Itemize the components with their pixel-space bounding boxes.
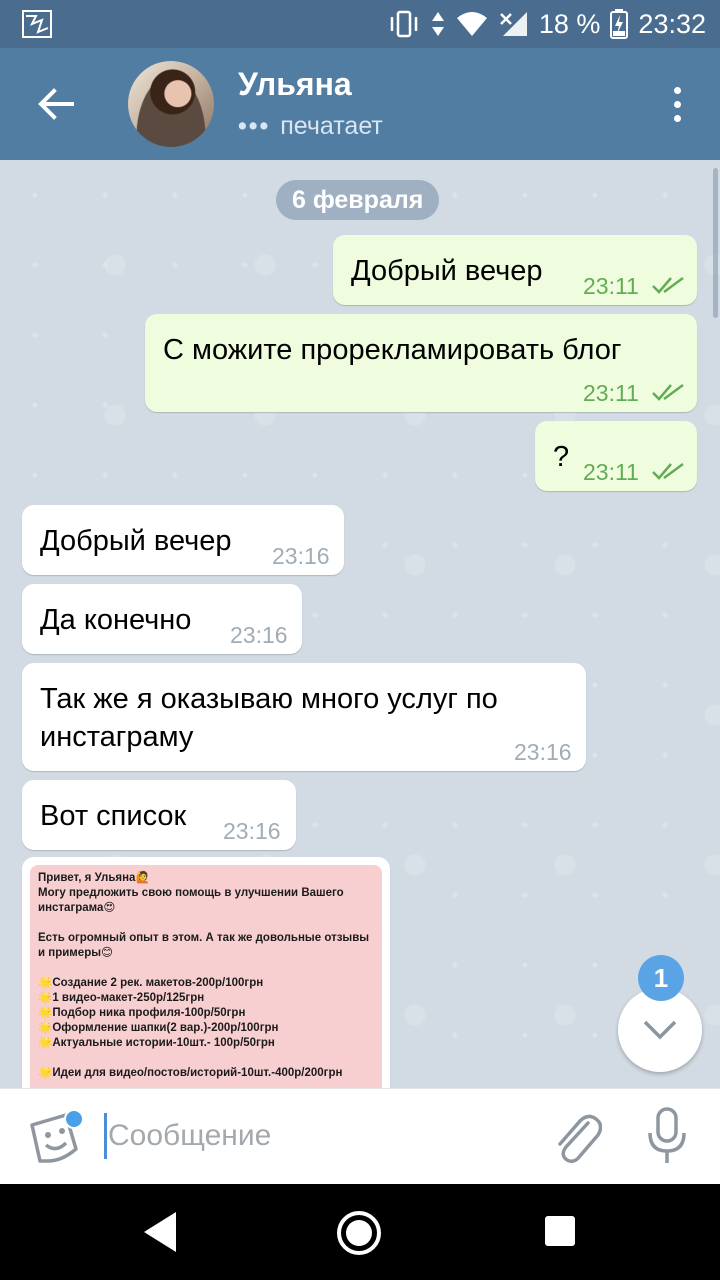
typing-status: ••• печатает [238,112,383,141]
nav-home-icon[interactable] [336,1210,382,1256]
message-time: 23:16 [223,818,281,844]
message-incoming[interactable]: Да конечно 23:16 [22,584,302,654]
message-time: 23:16 [230,622,288,648]
image-list-item: 🌟Актуальные истории-10шт.- 100р/50грн [38,1037,275,1049]
data-transfer-icon [431,12,444,36]
image-list-item: 🌟Оформление шапки(2 вар.)-200р/100грн [38,1022,279,1034]
system-nav-bar [0,1184,720,1280]
image-text-line: Могу предложить свою помощь в улучшении … [38,887,344,914]
message-incoming[interactable]: Добрый вечер 23:16 [22,505,344,575]
status-bar: 18 % 23:32 [0,0,720,48]
message-incoming[interactable]: Так же я оказываю много услуг по инстагр… [22,663,586,771]
double-check-icon [652,383,684,401]
nav-recents-icon[interactable] [545,1216,575,1246]
chevron-down-icon [643,1020,677,1040]
arrow-left-icon [38,88,74,120]
clock: 23:32 [638,8,706,39]
message-outgoing[interactable]: ? 23:11 [535,421,697,491]
message-text: Добрый вечер [351,255,543,287]
message-input-bar [0,1088,720,1185]
battery-charging-icon [610,9,629,39]
image-list-item: 🌟Создание 2 рек. макетов-200р/100грн [38,977,264,989]
vibrate-icon [390,10,418,38]
image-list-item: 🌟Подбор ника профиля-100р/50грн [38,1007,246,1019]
image-list-item: 🌟1 видео-макет-250р/125грн [38,992,205,1004]
image-text-line: Есть огромный опыт в этом. А так же дово… [38,932,370,959]
typing-dots-icon: ••• [238,112,271,140]
chat-header: Ульяна ••• печатает [0,48,720,160]
paperclip-icon[interactable] [552,1109,602,1165]
message-text: Добрый вечер [40,525,232,557]
image-text-line: Привет, я Ульяна🙋 [38,872,150,884]
message-text: ? [553,441,570,473]
message-text: С можите прорекламировать блог [163,334,622,366]
date-separator: 6 февраля [276,180,440,220]
battery-percent: 18 % [538,8,601,39]
back-button[interactable] [22,70,90,138]
cell-signal-icon [499,12,527,36]
message-text: Так же я оказываю много услуг по инстагр… [40,683,498,753]
price-list-image[interactable]: Привет, я Ульяна🙋 Могу предложить свою п… [30,865,382,1088]
nav-back-icon[interactable] [140,1210,180,1254]
more-menu-button[interactable] [654,78,700,130]
message-outgoing[interactable]: Добрый вечер 23:11 [333,235,697,305]
image-message[interactable]: Привет, я Ульяна🙋 Могу предложить свою п… [22,857,390,1088]
message-text: Да конечно [40,604,192,636]
more-vertical-icon [673,86,681,94]
wifi-icon [456,12,487,36]
message-input[interactable] [108,1111,528,1161]
message-incoming[interactable]: Вот список 23:16 [22,780,296,850]
unread-count-badge: 1 [638,955,684,1001]
message-time: 23:11 [583,459,639,485]
app-notification-icon [22,10,52,38]
text-cursor [104,1113,107,1159]
scrollbar[interactable] [713,168,718,318]
contact-name[interactable]: Ульяна [238,66,352,103]
message-time: 23:11 [583,273,639,299]
message-time: 23:11 [583,380,639,406]
message-time: 23:16 [272,543,330,569]
image-text-line: 🌟Идеи для видео/постов/историй-10шт.-400… [38,1067,343,1079]
double-check-icon [652,462,684,480]
double-check-icon [652,276,684,294]
message-time: 23:16 [514,739,572,765]
message-text: Вот список [40,800,187,832]
microphone-icon[interactable] [644,1107,690,1167]
typing-label: печатает [280,112,383,140]
contact-avatar[interactable] [128,61,214,147]
message-list[interactable]: 6 февраля Добрый вечер 23:11 С можите пр… [0,160,720,1088]
new-sticker-indicator [64,1109,84,1129]
message-outgoing[interactable]: С можите прорекламировать блог 23:11 [145,314,697,412]
